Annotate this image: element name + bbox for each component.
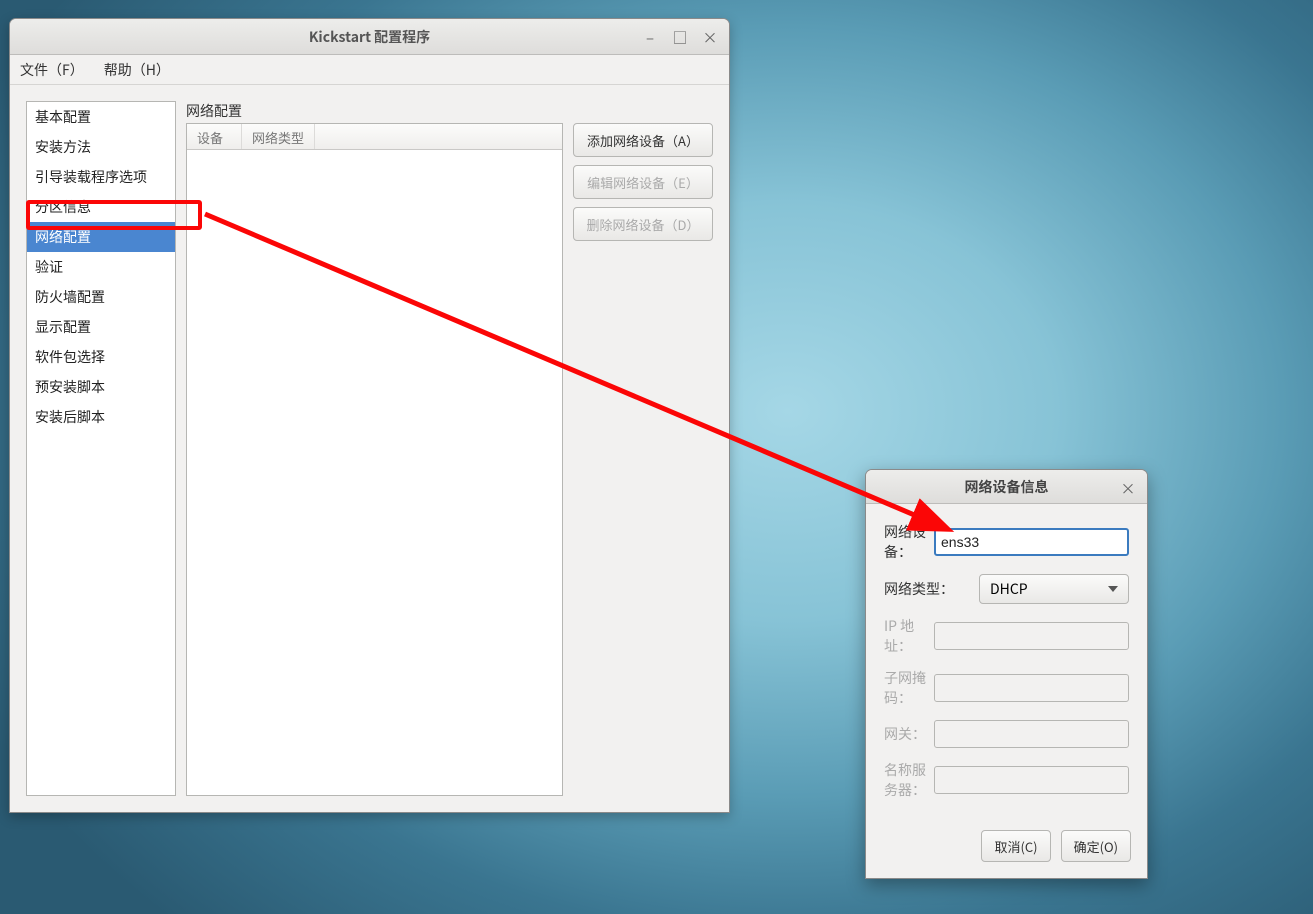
network-device-dialog: 网络设备信息 × 网络设备： 网络类型： DHCP IP 地址： 子网掩码： 网… [865, 469, 1148, 879]
ip-input [934, 622, 1129, 650]
sidebar-item-bootloader[interactable]: 引导装载程序选项 [27, 162, 175, 192]
sidebar-item-network[interactable]: 网络配置 [27, 222, 175, 252]
sidebar-item-display[interactable]: 显示配置 [27, 312, 175, 342]
type-combo-value: DHCP [990, 579, 1028, 599]
gateway-input [934, 720, 1129, 748]
mask-input [934, 674, 1129, 702]
dialog-body: 网络设备： 网络类型： DHCP IP 地址： 子网掩码： 网关： 名称服务器： [866, 504, 1147, 822]
sidebar-item-auth[interactable]: 验证 [27, 252, 175, 282]
table-header: 设备 网络类型 [187, 124, 562, 150]
label-mask: 子网掩码： [884, 668, 934, 708]
main-area: 网络配置 设备 网络类型 添加网络设备（A） 编辑网络设备（E） 删除网络设备（… [186, 101, 713, 796]
label-gateway: 网关： [884, 724, 934, 744]
main-window: Kickstart 配置程序 – □ × 文件（F） 帮助（H） 基本配置 安装… [9, 18, 730, 813]
dialog-title: 网络设备信息 [965, 477, 1049, 497]
add-device-button[interactable]: 添加网络设备（A） [573, 123, 713, 157]
button-column: 添加网络设备（A） 编辑网络设备（E） 删除网络设备（D） [573, 123, 713, 796]
dns-input [934, 766, 1129, 794]
menu-file[interactable]: 文件（F） [20, 60, 84, 80]
chevron-down-icon [1108, 586, 1118, 592]
label-type: 网络类型： [884, 579, 979, 599]
menu-help[interactable]: 帮助（H） [104, 60, 170, 80]
menubar: 文件（F） 帮助（H） [10, 55, 729, 85]
sidebar-item-prescript[interactable]: 预安装脚本 [27, 372, 175, 402]
ok-button[interactable]: 确定(O) [1061, 830, 1131, 862]
sidebar-item-install[interactable]: 安装方法 [27, 132, 175, 162]
device-table[interactable]: 设备 网络类型 [186, 123, 563, 796]
minimize-button[interactable]: – [635, 23, 665, 51]
device-input[interactable] [934, 528, 1129, 556]
window-body: 基本配置 安装方法 引导装载程序选项 分区信息 网络配置 验证 防火墙配置 显示… [10, 85, 729, 812]
delete-device-button[interactable]: 删除网络设备（D） [573, 207, 713, 241]
dialog-actions: 取消(C) 确定(O) [866, 822, 1147, 878]
sidebar-item-partition[interactable]: 分区信息 [27, 192, 175, 222]
cancel-button[interactable]: 取消(C) [981, 830, 1050, 862]
sidebar-item-postscript[interactable]: 安装后脚本 [27, 402, 175, 432]
sidebar-item-firewall[interactable]: 防火墙配置 [27, 282, 175, 312]
window-title: Kickstart 配置程序 [309, 27, 430, 47]
close-button[interactable]: × [695, 23, 725, 51]
window-controls: – □ × [635, 19, 725, 55]
label-ip: IP 地址： [884, 616, 934, 656]
type-combo[interactable]: DHCP [979, 574, 1129, 604]
sidebar: 基本配置 安装方法 引导装载程序选项 分区信息 网络配置 验证 防火墙配置 显示… [26, 101, 176, 796]
sidebar-item-basic[interactable]: 基本配置 [27, 102, 175, 132]
edit-device-button[interactable]: 编辑网络设备（E） [573, 165, 713, 199]
dialog-titlebar[interactable]: 网络设备信息 × [866, 470, 1147, 504]
maximize-button[interactable]: □ [665, 23, 695, 51]
sidebar-item-packages[interactable]: 软件包选择 [27, 342, 175, 372]
col-device[interactable]: 设备 [187, 124, 242, 149]
label-device: 网络设备： [884, 522, 934, 562]
section-title: 网络配置 [186, 101, 713, 123]
dialog-close-button[interactable]: × [1113, 474, 1143, 502]
col-type[interactable]: 网络类型 [242, 124, 315, 149]
label-dns: 名称服务器： [884, 760, 934, 800]
titlebar[interactable]: Kickstart 配置程序 – □ × [10, 19, 729, 55]
